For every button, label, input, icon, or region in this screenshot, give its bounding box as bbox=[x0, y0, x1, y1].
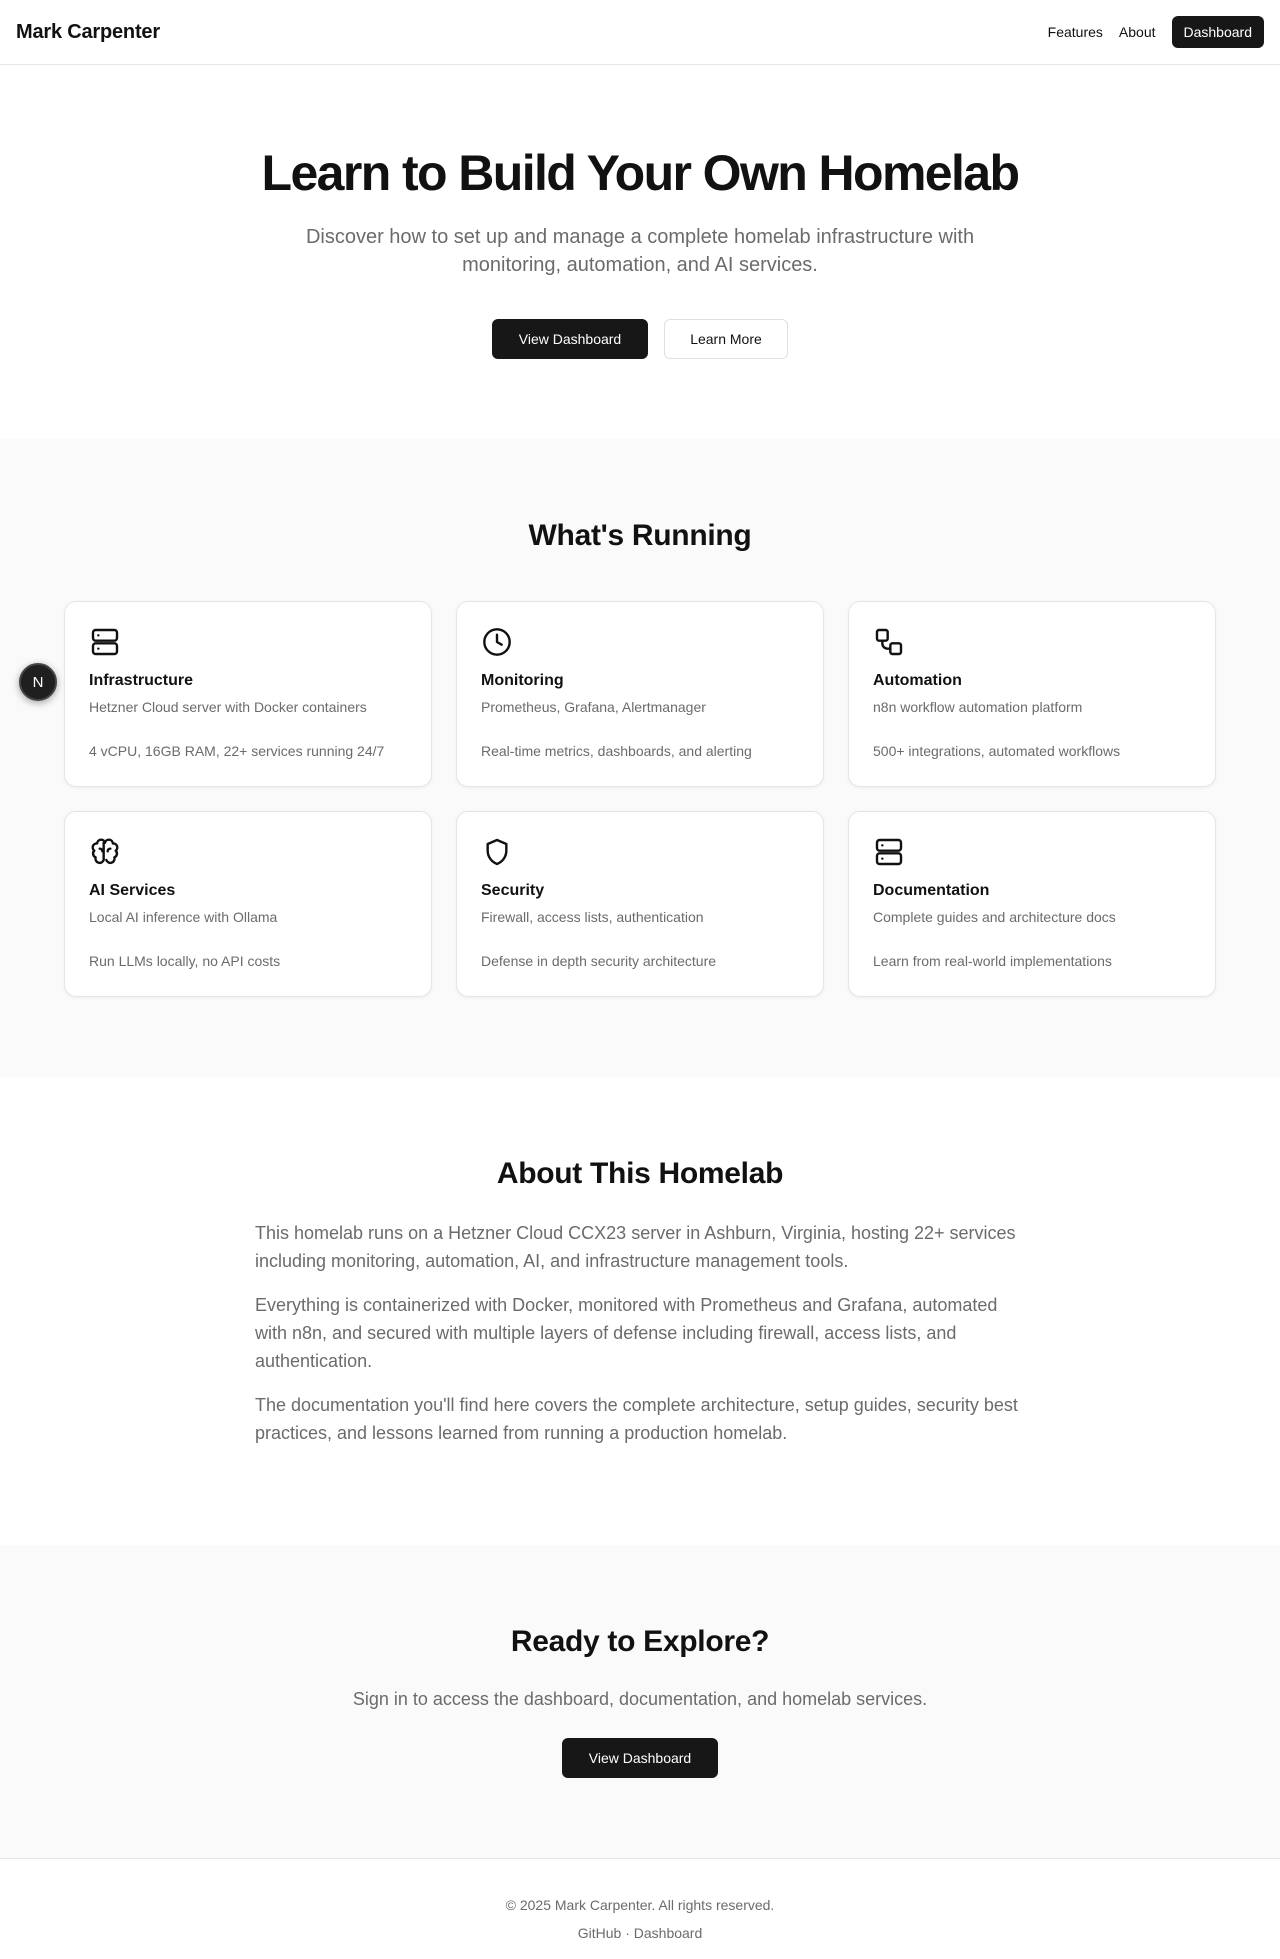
nav-dashboard-button[interactable]: Dashboard bbox=[1171, 16, 1264, 48]
hero-section: Learn to Build Your Own Homelab Discover… bbox=[0, 65, 1280, 439]
workflow-icon bbox=[875, 628, 903, 656]
github-link[interactable]: GitHub bbox=[578, 1925, 622, 1941]
card-title: Monitoring bbox=[481, 672, 564, 689]
shield-icon bbox=[486, 838, 508, 866]
site-footer: © 2025 Mark Carpenter. All rights reserv… bbox=[0, 1858, 1280, 1959]
section-title: Ready to Explore? bbox=[510, 1625, 770, 1658]
footer-links: GitHub · Dashboard bbox=[0, 1919, 1280, 1947]
brain-icon bbox=[91, 838, 119, 865]
card-detail: Learn from real-world implementations bbox=[873, 953, 1112, 969]
dev-tools-badge[interactable]: N bbox=[19, 663, 57, 701]
cta-section: Ready to Explore? Sign in to access the … bbox=[0, 1545, 1280, 1858]
card-detail: Run LLMs locally, no API costs bbox=[89, 953, 281, 969]
service-card-security: Security Firewall, access lists, authent… bbox=[456, 811, 824, 997]
top-nav: Features About Dashboard bbox=[1048, 16, 1264, 48]
server-icon bbox=[875, 838, 903, 866]
service-card-documentation: Documentation Complete guides and archit… bbox=[848, 811, 1216, 997]
copyright-text: © 2025 Mark Carpenter. All rights reserv… bbox=[505, 1897, 775, 1913]
about-paragraph: This homelab runs on a Hetzner Cloud CCX… bbox=[255, 1223, 1016, 1271]
hero-subtitle: Discover how to set up and manage a comp… bbox=[305, 226, 975, 276]
section-title: About This Homelab bbox=[496, 1157, 784, 1190]
card-detail: Real-time metrics, dashboards, and alert… bbox=[481, 743, 752, 759]
about-section: About This Homelab This homelab runs on … bbox=[0, 1077, 1280, 1545]
service-card-monitoring: Monitoring Prometheus, Grafana, Alertman… bbox=[456, 601, 824, 787]
server-icon bbox=[91, 628, 119, 656]
nav-about-link[interactable]: About bbox=[1119, 24, 1156, 40]
site-header: Mark Carpenter Features About Dashboard bbox=[0, 0, 1280, 65]
hero-actions: View Dashboard Learn More bbox=[0, 319, 1280, 359]
card-title: Security bbox=[481, 882, 545, 899]
service-card-automation: Automation n8n workflow automation platf… bbox=[848, 601, 1216, 787]
about-body: This homelab runs on a Hetzner Cloud CCX… bbox=[255, 1219, 1025, 1447]
cta-actions: View Dashboard bbox=[0, 1738, 1280, 1778]
footer-separator: · bbox=[625, 1925, 630, 1941]
section-title: What's Running bbox=[528, 519, 752, 552]
footer-dashboard-link[interactable]: Dashboard bbox=[634, 1925, 703, 1941]
card-subtitle: Firewall, access lists, authentication bbox=[481, 909, 704, 925]
cta-text: Sign in to access the dashboard, documen… bbox=[352, 1689, 928, 1709]
card-subtitle: Local AI inference with Ollama bbox=[89, 909, 278, 925]
service-cards-grid: Infrastructure Hetzner Cloud server with… bbox=[0, 601, 1280, 997]
about-paragraph: The documentation you'll find here cover… bbox=[255, 1395, 1018, 1443]
card-subtitle: Hetzner Cloud server with Docker contain… bbox=[89, 699, 367, 715]
card-title: Documentation bbox=[873, 882, 990, 899]
card-detail: 500+ integrations, automated workflows bbox=[873, 743, 1121, 759]
nav-features-link[interactable]: Features bbox=[1048, 24, 1103, 40]
card-detail: 4 vCPU, 16GB RAM, 22+ services running 2… bbox=[89, 743, 385, 759]
card-title: Automation bbox=[873, 672, 962, 689]
view-dashboard-button[interactable]: View Dashboard bbox=[492, 319, 648, 359]
brand-name[interactable]: Mark Carpenter bbox=[16, 21, 160, 44]
card-subtitle: Prometheus, Grafana, Alertmanager bbox=[481, 699, 706, 715]
service-card-ai-services: AI Services Local AI inference with Olla… bbox=[64, 811, 432, 997]
whats-running-section: What's Running Infrastructure Hetzner Cl… bbox=[0, 439, 1280, 1077]
hero-title: Learn to Build Your Own Homelab bbox=[261, 145, 1021, 201]
view-dashboard-button[interactable]: View Dashboard bbox=[562, 1738, 718, 1778]
card-subtitle: n8n workflow automation platform bbox=[873, 699, 1083, 715]
card-title: AI Services bbox=[89, 882, 176, 899]
card-detail: Defense in depth security architecture bbox=[481, 953, 717, 969]
learn-more-button[interactable]: Learn More bbox=[664, 319, 788, 359]
card-title: Infrastructure bbox=[89, 672, 194, 689]
card-subtitle: Complete guides and architecture docs bbox=[873, 909, 1116, 925]
clock-icon bbox=[483, 628, 511, 656]
about-paragraph: Everything is containerized with Docker,… bbox=[255, 1295, 998, 1371]
service-card-infrastructure: Infrastructure Hetzner Cloud server with… bbox=[64, 601, 432, 787]
